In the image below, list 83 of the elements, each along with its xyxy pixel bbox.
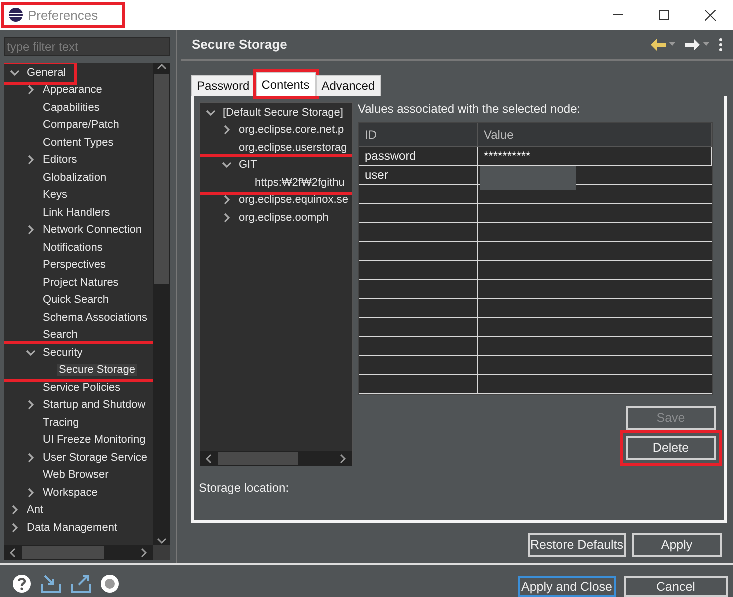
tree-item[interactable]: Service Policies	[41, 382, 123, 394]
tree-item[interactable]: Link Handlers	[41, 206, 112, 219]
tree-item[interactable]: Data Management	[25, 522, 120, 534]
dialog-button[interactable]: Apply and Close	[518, 576, 616, 597]
tree-item[interactable]: org.eclipse.userstorag	[237, 142, 350, 154]
dropdown-caret-icon[interactable]	[703, 42, 710, 47]
chevron-right-icon[interactable]	[10, 522, 20, 533]
minimize-icon[interactable]	[613, 14, 623, 16]
dialog-button[interactable]: Cancel	[624, 576, 728, 597]
tree-item[interactable]: Web Browser	[41, 469, 111, 482]
chevron-right-icon[interactable]	[26, 452, 36, 463]
tree-item[interactable]: https:₩2f₩2fgithu	[253, 176, 347, 189]
chevron-right-icon[interactable]	[222, 125, 232, 136]
tree-item[interactable]: Search	[41, 329, 80, 342]
import-icon[interactable]	[40, 574, 62, 594]
scrollbar-corner	[153, 545, 170, 560]
tree-item[interactable]: Capabilities	[41, 102, 102, 114]
maximize-icon[interactable]	[659, 10, 669, 20]
page-button[interactable]: Restore Defaults	[528, 533, 626, 557]
column-header[interactable]: ID	[359, 123, 478, 146]
table-cell: user	[359, 166, 478, 184]
vertical-scrollbar[interactable]	[153, 63, 170, 545]
chevron-right-icon[interactable]	[26, 488, 36, 498]
tree-item[interactable]: Security	[41, 346, 85, 359]
app-logo-icon	[8, 7, 24, 23]
tab[interactable]: Advanced	[316, 75, 382, 96]
tree-item[interactable]: Content Types	[41, 136, 116, 149]
storage-location-label: Storage location:	[199, 481, 290, 495]
page-title: Secure Storage	[192, 37, 288, 52]
tree-item[interactable]: Schema Associations	[41, 312, 150, 324]
tree-item[interactable]: Appearance	[41, 84, 104, 96]
tree-item[interactable]: Globalization	[41, 172, 109, 184]
dropdown-caret-icon[interactable]	[669, 42, 676, 47]
page-button[interactable]: Apply	[632, 533, 722, 557]
tree-item[interactable]: Notifications	[41, 242, 105, 254]
chevron-right-icon[interactable]	[222, 195, 232, 206]
chevron-right-icon[interactable]	[26, 155, 36, 166]
filter-field[interactable]: type filter text	[4, 37, 170, 56]
tree-item[interactable]: Workspace	[41, 486, 100, 499]
window-title: Preferences	[28, 8, 98, 22]
tree-item[interactable]: Tracing	[41, 416, 82, 429]
tree-item[interactable]: GIT	[237, 159, 260, 172]
table-caption: Values associated with the selected node:	[358, 102, 582, 118]
tree-item[interactable]: Perspectives	[41, 259, 108, 272]
tree-item[interactable]: Keys	[41, 189, 70, 202]
tree-item[interactable]: UI Freeze Monitoring	[41, 434, 148, 446]
tree-item[interactable]: Network Connection	[41, 224, 144, 236]
tree-item[interactable]: General	[25, 66, 68, 79]
tree-item[interactable]: Editors	[41, 154, 80, 166]
chevron-down-icon[interactable]	[222, 160, 232, 170]
chevron-right-icon[interactable]	[10, 505, 20, 516]
tree-item[interactable]: Secure Storage	[57, 364, 138, 376]
tree-item[interactable]: [Default Secure Storage]	[221, 106, 346, 119]
tree-item[interactable]: Quick Search	[41, 294, 112, 306]
horizontal-scrollbar[interactable]	[4, 545, 153, 560]
tree-item[interactable]: Project Natures	[41, 276, 121, 289]
record-icon[interactable]	[100, 574, 120, 594]
chevron-down-icon[interactable]	[206, 108, 216, 118]
tree-item[interactable]: org.eclipse.oomph	[237, 212, 331, 224]
close-icon[interactable]	[704, 10, 716, 20]
tree-item[interactable]: Startup and Shutdow	[41, 399, 148, 412]
column-header[interactable]: Value	[478, 123, 712, 146]
chevron-right-icon[interactable]	[222, 212, 232, 223]
forward-arrow-icon[interactable]	[685, 38, 700, 50]
back-arrow-icon[interactable]	[651, 38, 666, 50]
chevron-right-icon[interactable]	[26, 225, 36, 236]
chevron-right-icon[interactable]	[26, 400, 36, 410]
table-cell: **********	[478, 147, 712, 165]
chevron-down-icon[interactable]	[26, 348, 36, 358]
tree-item[interactable]: User Storage Service	[41, 452, 150, 464]
tree-item[interactable]: Ant	[25, 504, 46, 516]
tree-item[interactable]: org.eclipse.core.net.p	[237, 124, 346, 136]
horizontal-scrollbar[interactable]	[200, 451, 352, 466]
tab[interactable]: Contents	[256, 72, 316, 96]
chevron-down-icon[interactable]	[10, 68, 20, 78]
tree-item[interactable]: org.eclipse.equinox.se	[237, 194, 350, 206]
help-icon[interactable]	[12, 574, 32, 594]
table-cell: password	[359, 147, 478, 165]
export-icon[interactable]	[70, 574, 92, 594]
tab[interactable]: Password	[191, 75, 256, 96]
menu-icon[interactable]	[719, 38, 723, 52]
chevron-right-icon[interactable]	[26, 85, 36, 96]
tree-item[interactable]: Compare/Patch	[41, 119, 122, 132]
